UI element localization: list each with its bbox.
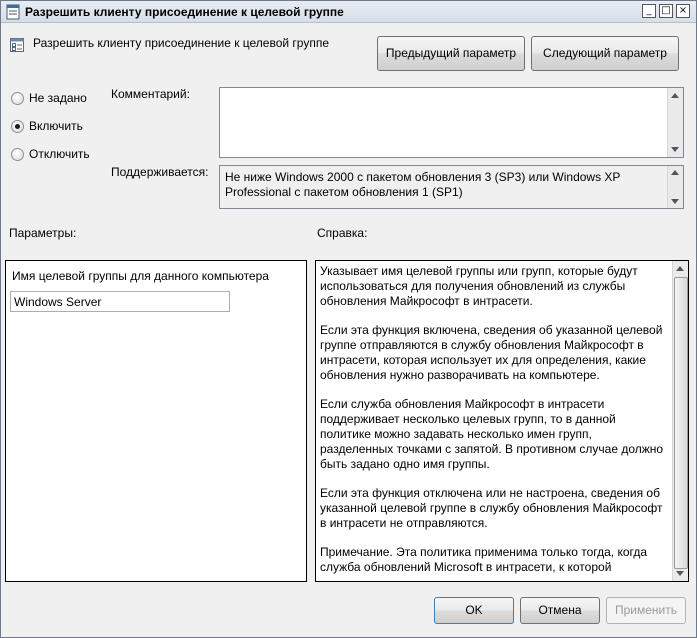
radio-enabled[interactable]: Включить <box>11 119 106 135</box>
target-group-label: Имя целевой группы для данного компьютер… <box>12 269 269 283</box>
cancel-button[interactable]: Отмена <box>520 597 600 624</box>
help-panel: Указывает имя целевой группы или групп, … <box>315 260 689 582</box>
help-label: Справка: <box>317 226 368 240</box>
policy-dialog-window: Разрешить клиенту присоединение к целево… <box>0 0 697 638</box>
scroll-up-icon[interactable] <box>671 170 679 175</box>
policy-setting-icon <box>10 38 24 52</box>
help-paragraph: Если эта функция включена, сведения об у… <box>320 323 663 382</box>
scroll-up-icon[interactable] <box>671 93 679 98</box>
scroll-up-icon[interactable] <box>676 266 684 271</box>
radio-enabled-label: Включить <box>29 119 83 133</box>
supported-text: Не ниже Windows 2000 с пакетом обновлени… <box>225 170 621 199</box>
supported-label: Поддерживается: <box>111 165 209 179</box>
ok-button[interactable]: OK <box>434 597 514 624</box>
target-group-value: Windows Server <box>14 295 102 309</box>
help-scroll-thumb[interactable] <box>674 277 688 569</box>
apply-button[interactable]: Применить <box>606 597 686 624</box>
minimize-button[interactable]: _ <box>642 4 656 18</box>
close-button[interactable]: × <box>676 4 690 18</box>
previous-setting-button[interactable]: Предыдущий параметр <box>377 36 525 71</box>
comment-textarea[interactable] <box>219 87 684 158</box>
radio-disabled[interactable]: Отключить <box>11 147 106 163</box>
parameters-label: Параметры: <box>9 226 77 240</box>
help-paragraph: Указывает имя целевой группы или групп, … <box>320 264 638 308</box>
scroll-down-icon[interactable] <box>671 147 679 152</box>
radio-disabled-dot[interactable] <box>11 148 24 161</box>
target-group-input[interactable]: Windows Server <box>10 291 230 312</box>
policy-window-icon <box>6 4 20 20</box>
supported-scrollbar[interactable] <box>667 166 683 208</box>
help-text: Указывает имя целевой группы или групп, … <box>320 264 668 581</box>
help-paragraph: Примечание. Эта политика применима тольк… <box>320 545 648 574</box>
policy-name: Разрешить клиенту присоединение к целево… <box>33 36 330 50</box>
help-scrollbar[interactable] <box>672 261 688 581</box>
help-paragraph: Если эта функция отключена или не настро… <box>320 486 663 530</box>
maximize-button[interactable]: □ <box>659 4 673 18</box>
comment-scrollbar[interactable] <box>667 88 683 157</box>
radio-not-configured-dot[interactable] <box>11 92 24 105</box>
radio-not-configured-label: Не задано <box>29 91 87 105</box>
scroll-down-icon[interactable] <box>671 199 679 204</box>
help-paragraph: Если служба обновления Майкрософт в интр… <box>320 397 664 471</box>
scroll-down-icon[interactable] <box>676 571 684 576</box>
supported-box: Не ниже Windows 2000 с пакетом обновлени… <box>219 165 684 209</box>
next-setting-button[interactable]: Следующий параметр <box>531 36 679 71</box>
parameters-panel: Имя целевой группы для данного компьютер… <box>5 260 307 582</box>
title-bar[interactable]: Разрешить клиенту присоединение к целево… <box>1 1 696 23</box>
radio-not-configured[interactable]: Не задано <box>11 91 106 107</box>
comment-label: Комментарий: <box>111 87 190 101</box>
radio-enabled-dot[interactable] <box>11 120 24 133</box>
radio-disabled-label: Отключить <box>29 147 90 161</box>
window-title: Разрешить клиенту присоединение к целево… <box>25 5 344 19</box>
